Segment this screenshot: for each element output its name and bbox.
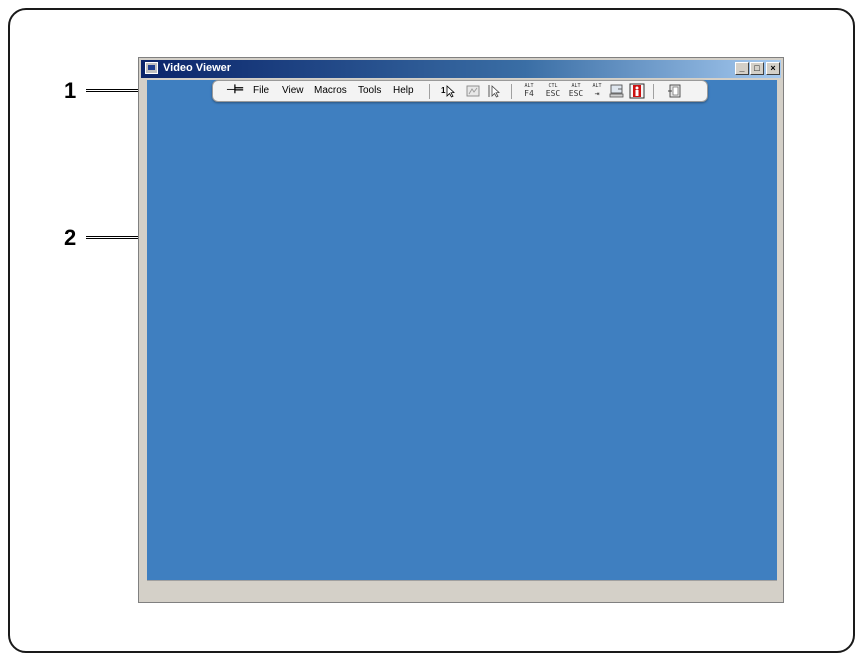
svg-text:1: 1 xyxy=(441,86,446,95)
window-title: Video Viewer xyxy=(163,62,232,74)
toolbar: ─⊨ File View Macros Tools Help 1 ALT F4 C… xyxy=(212,80,708,102)
alt-tab-button[interactable]: ALT ⇥ xyxy=(587,83,607,99)
align-cursor-icon[interactable] xyxy=(487,83,503,99)
video-viewer-window: Video Viewer _ □ × xyxy=(138,57,784,603)
callout-2-label: 2 xyxy=(64,225,77,250)
video-viewport[interactable] xyxy=(147,80,777,580)
menu-file[interactable]: File xyxy=(253,84,269,98)
toolbar-separator xyxy=(653,84,654,99)
close-button[interactable]: × xyxy=(766,62,780,75)
app-icon xyxy=(145,62,158,74)
menu-help[interactable]: Help xyxy=(393,84,414,98)
menu-tools[interactable]: Tools xyxy=(358,84,381,98)
toolbar-separator xyxy=(511,84,512,99)
maximize-button[interactable]: □ xyxy=(750,62,764,75)
minimize-button[interactable]: _ xyxy=(735,62,749,75)
single-cursor-icon[interactable]: 1 xyxy=(441,83,457,99)
alt-f4-button[interactable]: ALT F4 xyxy=(519,83,539,99)
refresh-video-icon[interactable] xyxy=(465,83,481,99)
switch-icon[interactable] xyxy=(609,83,625,99)
pin-icon[interactable]: ─⊨ xyxy=(227,82,244,96)
ctl-esc-button[interactable]: CTL ESC xyxy=(543,83,563,99)
toolbar-separator xyxy=(429,84,430,99)
status-strip xyxy=(147,580,777,597)
menu-macros[interactable]: Macros xyxy=(314,84,347,98)
menu-view[interactable]: View xyxy=(282,84,304,98)
titlebar[interactable]: Video Viewer _ □ × xyxy=(141,60,781,78)
alt-esc-button[interactable]: ALT ESC xyxy=(566,83,586,99)
exit-icon[interactable] xyxy=(667,83,683,99)
power-icon[interactable] xyxy=(629,83,645,99)
callout-1-label: 1 xyxy=(64,78,77,103)
